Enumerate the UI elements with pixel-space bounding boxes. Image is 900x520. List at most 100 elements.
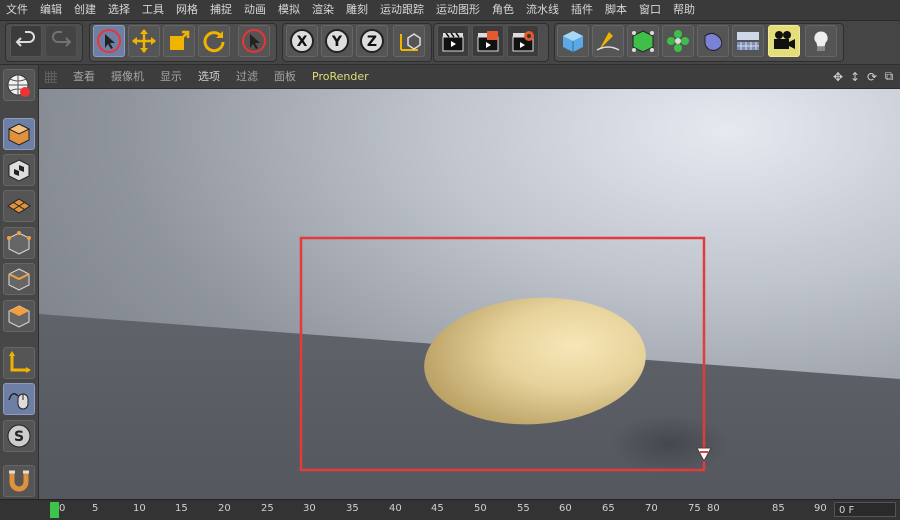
timeline-tick: 10 xyxy=(133,503,146,514)
deformer-button[interactable] xyxy=(697,25,729,57)
menu-tools[interactable]: 工具 xyxy=(136,0,170,20)
move-icon xyxy=(132,29,156,53)
light-button[interactable] xyxy=(805,25,837,57)
viewport-menu-options[interactable]: 选项 xyxy=(190,65,228,88)
cube-icon xyxy=(563,31,583,52)
workplane-mode-button[interactable] xyxy=(3,190,35,222)
redo-button[interactable] xyxy=(45,25,77,57)
timeline-tick: 40 xyxy=(389,503,402,514)
light-bulb-icon xyxy=(813,30,829,51)
timeline-tick: 90 xyxy=(814,503,827,514)
rotate-icon xyxy=(203,31,225,53)
svg-text:S: S xyxy=(14,429,24,445)
menu-mesh[interactable]: 网格 xyxy=(170,0,204,20)
render-settings-button[interactable] xyxy=(507,25,539,57)
live-select-button[interactable] xyxy=(93,25,125,57)
menu-help[interactable]: 帮助 xyxy=(667,0,701,20)
rotate-button[interactable] xyxy=(198,25,230,57)
pan-icon[interactable]: ✥ xyxy=(831,70,845,84)
tweak-mode-button[interactable] xyxy=(3,383,35,415)
dolly-icon[interactable]: ↕ xyxy=(848,70,862,84)
enable-axis-button[interactable] xyxy=(3,347,35,379)
egg-shadow xyxy=(609,414,729,474)
timeline[interactable]: 0 5 10 15 20 25 30 35 40 45 50 55 60 65 … xyxy=(0,499,900,520)
menu-character[interactable]: 角色 xyxy=(486,0,520,20)
viewport-menu-prorender[interactable]: ProRender xyxy=(304,65,377,88)
checker-cube-icon xyxy=(8,159,30,182)
menu-pipeline[interactable]: 流水线 xyxy=(520,0,565,20)
scale-button[interactable] xyxy=(163,25,195,57)
maximize-view-icon[interactable]: ⧉ xyxy=(882,69,896,84)
last-tool-button[interactable] xyxy=(238,25,270,57)
undo-button[interactable] xyxy=(10,25,42,57)
polygons-mode-button[interactable] xyxy=(3,300,35,332)
polygons-cube-icon xyxy=(8,305,30,328)
menu-motion-tracking[interactable]: 运动跟踪 xyxy=(374,0,430,20)
current-frame-field[interactable]: 0 F xyxy=(834,502,896,517)
3d-viewport[interactable] xyxy=(39,89,900,499)
main-toolbar: X Y Z xyxy=(0,21,900,65)
mode-sidebar: S xyxy=(0,65,39,499)
menu-edit[interactable]: 编辑 xyxy=(34,0,68,20)
mode-switch-button[interactable] xyxy=(3,69,35,101)
panel-grip-icon[interactable] xyxy=(45,70,57,83)
render-region-button[interactable] xyxy=(472,25,504,57)
timeline-tick: 20 xyxy=(218,503,231,514)
cube-button[interactable] xyxy=(557,25,589,57)
snap-s-icon: S xyxy=(7,424,31,448)
svg-text:Y: Y xyxy=(331,34,343,50)
cube-icon xyxy=(7,123,31,146)
move-button[interactable] xyxy=(128,25,160,57)
orbit-icon[interactable]: ⟳ xyxy=(865,70,879,84)
floor-button[interactable] xyxy=(732,25,764,57)
grid-plane-icon xyxy=(7,198,31,214)
menu-snap[interactable]: 捕捉 xyxy=(204,0,238,20)
clapperboard-region-icon xyxy=(477,31,499,52)
menu-file[interactable]: 文件 xyxy=(0,0,34,20)
viewport-menu-view[interactable]: 查看 xyxy=(65,65,103,88)
render-view-button[interactable] xyxy=(437,25,469,57)
pen-button[interactable] xyxy=(592,25,624,57)
menu-create[interactable]: 创建 xyxy=(68,0,102,20)
axis-y-button[interactable]: Y xyxy=(321,25,353,57)
menu-animate[interactable]: 动画 xyxy=(238,0,272,20)
menu-mograph[interactable]: 运动图形 xyxy=(430,0,486,20)
camera-icon xyxy=(774,31,795,49)
subdivision-button[interactable] xyxy=(627,25,659,57)
timeline-tick: 85 xyxy=(772,503,785,514)
menu-select[interactable]: 选择 xyxy=(102,0,136,20)
snapping-button[interactable]: S xyxy=(3,420,35,452)
timeline-tick: 55 xyxy=(517,503,530,514)
axis-z-icon: Z xyxy=(360,29,384,53)
viewport-menu-display[interactable]: 显示 xyxy=(152,65,190,88)
svg-text:Z: Z xyxy=(367,34,377,50)
menu-window[interactable]: 窗口 xyxy=(633,0,667,20)
cursor-icon xyxy=(242,29,266,53)
clapperboard-gear-icon xyxy=(512,31,534,52)
magnet-button[interactable] xyxy=(3,465,35,497)
model-mode-button[interactable] xyxy=(3,118,35,150)
menu-simulate[interactable]: 模拟 xyxy=(272,0,306,20)
points-mode-button[interactable] xyxy=(3,227,35,259)
axis-z-button[interactable]: Z xyxy=(356,25,388,57)
timeline-playhead[interactable] xyxy=(50,502,59,518)
viewport-menu-filter[interactable]: 过滤 xyxy=(228,65,266,88)
axis-x-button[interactable]: X xyxy=(286,25,318,57)
globe-icon xyxy=(7,74,30,97)
timeline-tick: 25 xyxy=(261,503,274,514)
timeline-tick: 75 xyxy=(688,503,701,514)
menu-plugins[interactable]: 插件 xyxy=(565,0,599,20)
menu-sculpt[interactable]: 雕刻 xyxy=(340,0,374,20)
camera-button[interactable] xyxy=(768,25,800,57)
viewport-menu-cameras[interactable]: 摄像机 xyxy=(103,65,152,88)
timeline-tick: 0 xyxy=(59,503,66,514)
texture-mode-button[interactable] xyxy=(3,154,35,186)
points-cube-icon xyxy=(7,231,31,255)
menu-render[interactable]: 渲染 xyxy=(306,0,340,20)
coordinate-system-button[interactable] xyxy=(393,25,425,57)
cloner-button[interactable] xyxy=(662,25,694,57)
viewport-nav-icons: ✥ ↕ ⟳ ⧉ xyxy=(831,65,896,88)
viewport-menu-panel[interactable]: 面板 xyxy=(266,65,304,88)
menu-script[interactable]: 脚本 xyxy=(599,0,633,20)
edges-mode-button[interactable] xyxy=(3,263,35,295)
